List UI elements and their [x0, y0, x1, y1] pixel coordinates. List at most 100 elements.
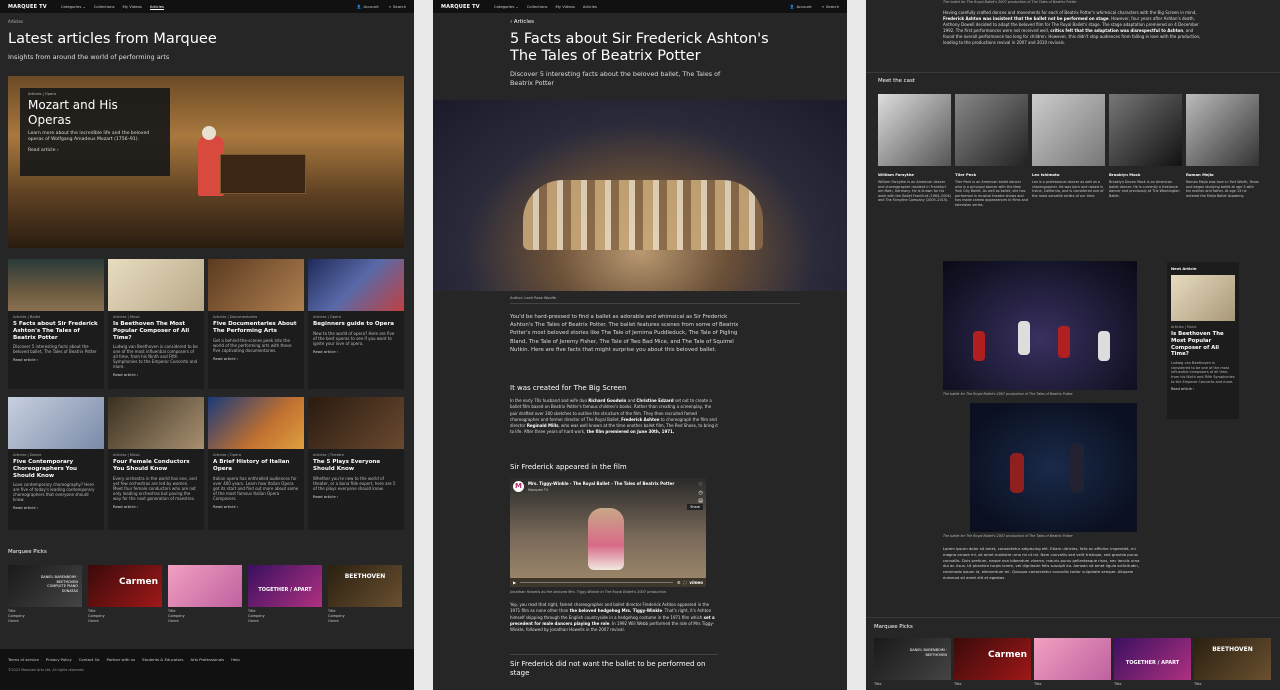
card-title[interactable]: The 5 Plays Everyone Should Know — [308, 457, 404, 473]
article-card[interactable]: Articles | Music Is Beethoven The Most P… — [108, 259, 204, 389]
nav-categories[interactable]: Categories ⌄ — [61, 4, 86, 9]
share-button[interactable]: Share — [687, 504, 703, 510]
next-article-desc: Ludwig van Beethoven is considered to be… — [1171, 361, 1235, 384]
nav-categories[interactable]: Categories ⌄ — [494, 4, 519, 9]
clock-icon[interactable]: ◷ — [698, 489, 703, 497]
footer-link[interactable]: Privacy Policy — [46, 657, 72, 662]
pick-title: Title — [954, 682, 962, 686]
nav-account[interactable]: Account — [363, 4, 378, 9]
footer-link[interactable]: Help — [231, 657, 240, 662]
nav-my-videos[interactable]: My Videos — [555, 4, 574, 9]
heading-appeared: Sir Frederick appeared in the film — [510, 463, 627, 471]
video-player[interactable]: M Mrs. Tiggy-Winkle - The Royal Ballet -… — [510, 478, 706, 587]
vimeo-logo[interactable]: vimeo — [689, 580, 703, 585]
back-link[interactable]: ‹ Articles — [510, 19, 534, 25]
card-read-link[interactable]: Read article › — [208, 353, 304, 361]
pick-company: Company — [248, 614, 265, 618]
pick-tile[interactable]: Title Company Genre — [168, 565, 242, 623]
nav-collections[interactable]: Collections — [527, 4, 548, 9]
video-title[interactable]: Mrs. Tiggy-Winkle - The Royal Ballet - T… — [528, 481, 678, 486]
card-read-link[interactable]: Read article › — [108, 501, 204, 509]
article-card[interactable]: Articles | Dance Five Contemporary Chore… — [8, 397, 104, 530]
footer-link[interactable]: Contact Us — [79, 657, 100, 662]
heart-icon[interactable]: ♡ — [698, 481, 703, 489]
pick-title: Title — [328, 609, 336, 613]
cast-member[interactable]: Tiler Peck Tiler Peck is an American bal… — [955, 94, 1028, 208]
article-card[interactable]: Articles | Theatre The 5 Plays Everyone … — [308, 397, 404, 530]
marquee-logo[interactable]: MARQUEE TV — [8, 4, 47, 10]
article-title: 5 Facts about Sir Frederick Ashton's The… — [510, 31, 769, 64]
card-image — [108, 259, 204, 311]
play-icon[interactable]: ▶ — [513, 580, 516, 585]
next-article-card[interactable]: Next Article Articles | Music Is Beethov… — [1167, 262, 1239, 419]
pick-tile[interactable]: DANIEL BARENBOIM · BEETHOVEN COMPLETE PI… — [8, 565, 82, 623]
article-card[interactable]: Articles | Opera Beginners guide to Oper… — [308, 259, 404, 389]
article-card[interactable]: Articles | Opera A Brief History of Ital… — [208, 397, 304, 530]
pick-tile[interactable]: BEETHOVEN Title — [1194, 638, 1271, 686]
cast-name: William Forsythe — [878, 172, 914, 177]
article-card[interactable]: Articles | Ballet 5 Facts about Sir Fred… — [8, 259, 104, 389]
card-title[interactable]: Four Female Conductors You Should Know — [108, 457, 204, 473]
next-article-title[interactable]: Is Beethoven The Most Popular Composer o… — [1171, 331, 1235, 358]
hero-category: Articles | Opera — [28, 92, 56, 96]
card-title[interactable]: Beginners guide to Opera — [308, 319, 404, 328]
article-subtitle: Discover 5 interesting facts about the b… — [510, 70, 721, 87]
fullscreen-icon[interactable]: ⛶ — [684, 580, 687, 585]
cast-bio: Brooklyn Devon Mack is an American balle… — [1109, 180, 1180, 198]
card-read-link[interactable]: Read article › — [108, 369, 204, 377]
search-icon[interactable]: ⌕ — [822, 4, 824, 9]
card-title[interactable]: 5 Facts about Sir Frederick Ashton's The… — [8, 319, 104, 341]
footer-link[interactable]: Terms of service — [8, 657, 39, 662]
footer-link[interactable]: Arts Professionals — [190, 657, 224, 662]
search-icon[interactable]: ⌕ — [389, 4, 391, 9]
card-title[interactable]: Five Documentaries About The Performing … — [208, 319, 304, 335]
card-category: Articles | Dance — [13, 453, 42, 457]
nav-collections[interactable]: Collections — [94, 4, 115, 9]
pick-tile[interactable]: TOGETHER / APART Title — [1114, 638, 1191, 686]
video-channel[interactable]: Marquee TV — [528, 488, 548, 492]
cast-member[interactable]: William Forsythe William Forsythe is an … — [878, 94, 951, 203]
next-article-read-link[interactable]: Read article › — [1171, 387, 1235, 391]
pick-tile[interactable]: TOGETHER / APART Title Company Genre — [248, 565, 322, 623]
card-read-link[interactable]: Read article › — [8, 502, 104, 510]
hero-article[interactable]: Articles | Opera Mozart and His Operas L… — [8, 76, 404, 248]
card-read-link[interactable]: Read article › — [308, 346, 404, 354]
article-card[interactable]: Articles | Documentaries Five Documentar… — [208, 259, 304, 389]
cast-member[interactable]: Brooklyn Mack Brooklyn Devon Mack is an … — [1109, 94, 1182, 198]
cast-name: Roman Mejia — [1186, 172, 1214, 177]
account-icon[interactable]: 👤 — [790, 4, 795, 9]
pick-title: Title — [8, 609, 16, 613]
cast-name: Lex Ishimoto — [1032, 172, 1060, 177]
cast-photo — [1109, 94, 1182, 166]
pick-tile[interactable]: Title — [1034, 638, 1111, 686]
nav-account[interactable]: Account — [796, 4, 811, 9]
nav-my-videos[interactable]: My Videos — [122, 4, 141, 9]
pick-tile[interactable]: BEETHOVEN Title Company Genre — [328, 565, 402, 623]
pick-tile[interactable]: Carmen Title — [954, 638, 1031, 686]
pick-tile[interactable]: DANIEL BARENBOIM · BEETHOVEN Title — [874, 638, 951, 686]
account-icon[interactable]: 👤 — [357, 4, 362, 9]
nav-search[interactable]: Search — [826, 4, 839, 9]
settings-icon[interactable]: ⚙ — [677, 580, 681, 585]
card-title[interactable]: Is Beethoven The Most Popular Composer o… — [108, 319, 204, 341]
picks-title: Marquee Picks — [8, 549, 47, 555]
card-title[interactable]: Five Contemporary Choreographers You Sho… — [8, 457, 104, 479]
card-read-link[interactable]: Read article › — [308, 491, 404, 499]
cast-member[interactable]: Roman Mejia Roman Mejia was born in Fort… — [1186, 94, 1259, 198]
nav-search[interactable]: Search — [393, 4, 406, 9]
footer-link[interactable]: Students & Educators — [142, 657, 183, 662]
hero-read-link[interactable]: Read article › — [28, 148, 162, 153]
pick-tile[interactable]: Carmen Title Company Genre — [88, 565, 162, 623]
article-card[interactable]: Articles | Music Four Female Conductors … — [108, 397, 204, 530]
card-read-link[interactable]: Read article › — [208, 501, 304, 509]
nav-articles[interactable]: Articles — [149, 4, 165, 10]
card-title[interactable]: A Brief History of Italian Opera — [208, 457, 304, 473]
cast-bio: Roman Mejia was born in Fort Worth, Texa… — [1186, 180, 1259, 198]
card-read-link[interactable]: Read article › — [8, 354, 104, 362]
marquee-logo[interactable]: MARQUEE TV — [441, 4, 480, 10]
cast-member[interactable]: Lex Ishimoto Lex is a professional dance… — [1032, 94, 1105, 198]
video-controls: ▶ ⚙ ⛶ vimeo — [510, 578, 706, 587]
video-progress-bar[interactable] — [520, 581, 673, 584]
footer-link[interactable]: Partner with us — [107, 657, 136, 662]
nav-articles[interactable]: Articles — [583, 4, 597, 9]
